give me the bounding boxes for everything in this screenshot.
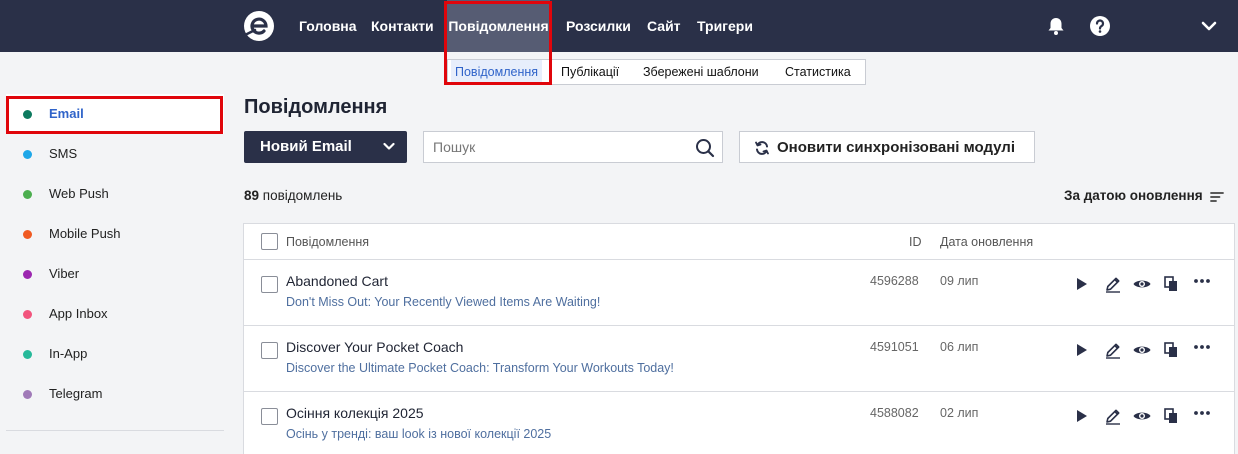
sidebar-item-email[interactable]: Email: [6, 94, 224, 134]
table-header: Повідомлення ID Дата оновлення: [244, 224, 1234, 260]
sidebar-item-web-push[interactable]: Web Push: [6, 174, 224, 214]
sidebar-item-label: SMS: [49, 146, 78, 161]
sidebar-item-viber[interactable]: Viber: [6, 254, 224, 294]
message-subject: Discover the Ultimate Pocket Coach: Tran…: [286, 361, 674, 375]
subtab-saved-templates[interactable]: Збережені шаблони: [643, 60, 759, 84]
channel-dot: [23, 350, 32, 359]
search-box: [423, 131, 723, 163]
channel-sidebar: Email SMS Web Push Mobile Push Viber App…: [0, 94, 230, 454]
message-subject: Don't Miss Out: Your Recently Viewed Ite…: [286, 295, 601, 309]
eye-icon[interactable]: [1132, 274, 1152, 294]
nav-campaigns[interactable]: Розсилки: [566, 0, 631, 52]
page-title: Повідомлення: [244, 96, 388, 118]
nav-contacts[interactable]: Контакти: [371, 0, 434, 52]
row-checkbox[interactable]: [261, 408, 278, 425]
more-icon[interactable]: [1192, 406, 1212, 426]
subtab-publications[interactable]: Публікації: [561, 60, 619, 84]
message-id: 4588082: [870, 406, 919, 420]
refresh-icon: [755, 141, 769, 155]
header-date[interactable]: Дата оновлення: [940, 235, 1033, 249]
bell-icon[interactable]: [1045, 15, 1067, 37]
select-all-checkbox[interactable]: [261, 233, 278, 250]
nav-triggers[interactable]: Тригери: [697, 0, 753, 52]
sync-modules-button[interactable]: Оновити синхронізовані модулі: [739, 131, 1035, 163]
sidebar-item-label: Telegram: [49, 386, 103, 401]
sidebar-item-label: Mobile Push: [49, 226, 121, 241]
nav-messages[interactable]: Повідомлення: [447, 0, 550, 52]
edit-icon[interactable]: [1103, 340, 1123, 360]
sidebar-item-label: App Inbox: [49, 306, 108, 321]
message-date: 09 лип: [940, 274, 979, 288]
subtab-statistics[interactable]: Статистика: [785, 60, 851, 84]
eye-icon[interactable]: [1132, 340, 1152, 360]
subtab-messages[interactable]: Повідомлення: [451, 60, 543, 84]
sidebar-item-label: Viber: [49, 266, 80, 281]
channel-dot: [23, 390, 32, 399]
more-icon[interactable]: [1192, 340, 1212, 360]
message-date: 06 лип: [940, 340, 979, 354]
table-row[interactable]: Abandoned Cart Don't Miss Out: Your Rece…: [244, 260, 1234, 326]
channel-dot: [23, 310, 32, 319]
header-id[interactable]: ID: [909, 235, 922, 249]
message-subject: Осінь у тренді: ваш look із нової колекц…: [286, 427, 552, 441]
new-email-button[interactable]: Новий Email: [244, 131, 407, 163]
edit-icon[interactable]: [1103, 274, 1123, 294]
edit-icon[interactable]: [1103, 406, 1123, 426]
table-row[interactable]: Осіння колекція 2025 Осінь у тренді: ваш…: [244, 392, 1234, 454]
sidebar-item-label: Web Push: [49, 186, 109, 201]
nav-home[interactable]: Головна: [299, 0, 357, 52]
message-name[interactable]: Discover Your Pocket Coach: [286, 339, 463, 355]
eye-icon[interactable]: [1132, 406, 1152, 426]
channel-dot: [23, 110, 32, 119]
search-input[interactable]: [424, 132, 684, 162]
search-icon[interactable]: [695, 138, 715, 158]
help-icon[interactable]: [1089, 15, 1111, 37]
sidebar-item-label: Email: [49, 106, 84, 121]
logo-icon[interactable]: [243, 10, 275, 42]
play-icon[interactable]: [1071, 340, 1091, 360]
row-checkbox[interactable]: [261, 276, 278, 293]
copy-icon[interactable]: [1161, 406, 1181, 426]
channel-dot: [23, 150, 32, 159]
message-date: 02 лип: [940, 406, 979, 420]
message-count-text: повідомлень: [262, 188, 343, 203]
header-message[interactable]: Повідомлення: [286, 235, 369, 249]
channel-dot: [23, 230, 32, 239]
message-id: 4591051: [870, 340, 919, 354]
row-checkbox[interactable]: [261, 342, 278, 359]
sidebar-item-telegram[interactable]: Telegram: [6, 374, 224, 414]
top-navbar: Головна Контакти Повідомлення Розсилки С…: [0, 0, 1238, 52]
messages-table: Повідомлення ID Дата оновлення Abandoned…: [243, 223, 1235, 454]
sync-modules-label: Оновити синхронізовані модулі: [777, 139, 1016, 156]
message-name[interactable]: Abandoned Cart: [286, 273, 388, 289]
nav-site[interactable]: Сайт: [647, 0, 681, 52]
new-email-label: Новий Email: [260, 138, 352, 155]
sidebar-divider: [6, 430, 224, 431]
channel-dot: [23, 270, 32, 279]
play-icon[interactable]: [1071, 406, 1091, 426]
sort-icon[interactable]: [1210, 191, 1224, 203]
sidebar-item-sms[interactable]: SMS: [6, 134, 224, 174]
sidebar-item-mobile-push[interactable]: Mobile Push: [6, 214, 224, 254]
message-id: 4596288: [870, 274, 919, 288]
sidebar-item-label: In-App: [49, 346, 88, 361]
play-icon[interactable]: [1071, 274, 1091, 294]
chevron-down-icon[interactable]: [383, 142, 395, 152]
more-icon[interactable]: [1192, 274, 1212, 294]
sidebar-item-in-app[interactable]: In-App: [6, 334, 224, 374]
message-name[interactable]: Осіння колекція 2025: [286, 405, 424, 421]
table-row[interactable]: Discover Your Pocket Coach Discover the …: [244, 326, 1234, 392]
message-count: 89 повідомлень: [244, 188, 342, 203]
sub-navigation: Повідомлення Публікації Збережені шаблон…: [447, 59, 866, 85]
message-count-number: 89: [244, 188, 260, 203]
copy-icon[interactable]: [1161, 274, 1181, 294]
sort-selector[interactable]: За датою оновлення: [1064, 188, 1203, 203]
chevron-down-icon[interactable]: [1198, 15, 1220, 37]
copy-icon[interactable]: [1161, 340, 1181, 360]
channel-dot: [23, 190, 32, 199]
sidebar-item-app-inbox[interactable]: App Inbox: [6, 294, 224, 334]
